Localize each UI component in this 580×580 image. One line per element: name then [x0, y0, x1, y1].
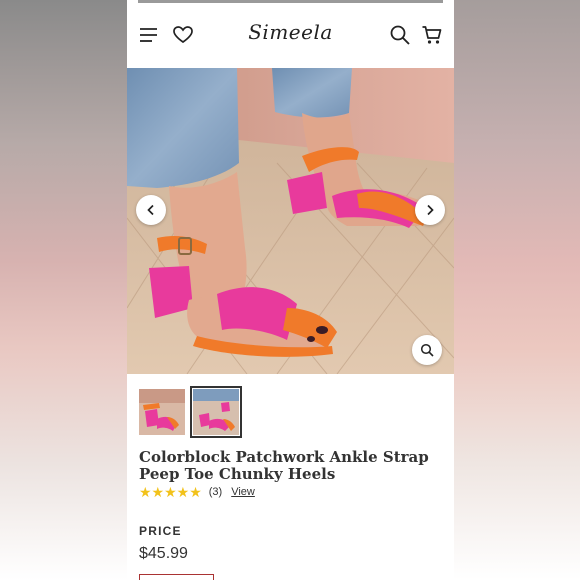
- chevron-left-icon: [147, 204, 154, 216]
- thumbnail-1[interactable]: [139, 389, 185, 435]
- thumbnail-strip: [139, 386, 242, 438]
- cart-icon[interactable]: [421, 24, 443, 46]
- prev-image-button[interactable]: [136, 195, 166, 225]
- next-image-button[interactable]: [415, 195, 445, 225]
- thumbnail-2[interactable]: [190, 386, 242, 438]
- quantity-selector[interactable]: [139, 574, 214, 580]
- zoom-icon: [420, 343, 434, 357]
- zoom-button[interactable]: [412, 335, 442, 365]
- blurred-backdrop-right: [453, 0, 580, 580]
- product-image[interactable]: [127, 68, 454, 374]
- site-header: Simeela: [127, 14, 454, 56]
- chevron-right-icon: [427, 204, 434, 216]
- price-value: $45.99: [139, 545, 188, 562]
- rating-row: ★★★★★ (3) View: [139, 484, 255, 500]
- search-icon[interactable]: [389, 24, 411, 46]
- product-title: Colorblock Patchwork Ankle Strap Peep To…: [139, 448, 429, 483]
- price-label: PRICE: [139, 524, 182, 538]
- review-count: (3): [208, 486, 223, 498]
- blurred-backdrop-left: [0, 0, 127, 580]
- view-reviews-link[interactable]: View: [231, 486, 255, 498]
- phone-screen: Simeela Colorblock Patchwork Ankle Strap…: [127, 0, 454, 580]
- top-divider: [138, 0, 443, 3]
- star-rating-icons: ★★★★★: [139, 483, 202, 500]
